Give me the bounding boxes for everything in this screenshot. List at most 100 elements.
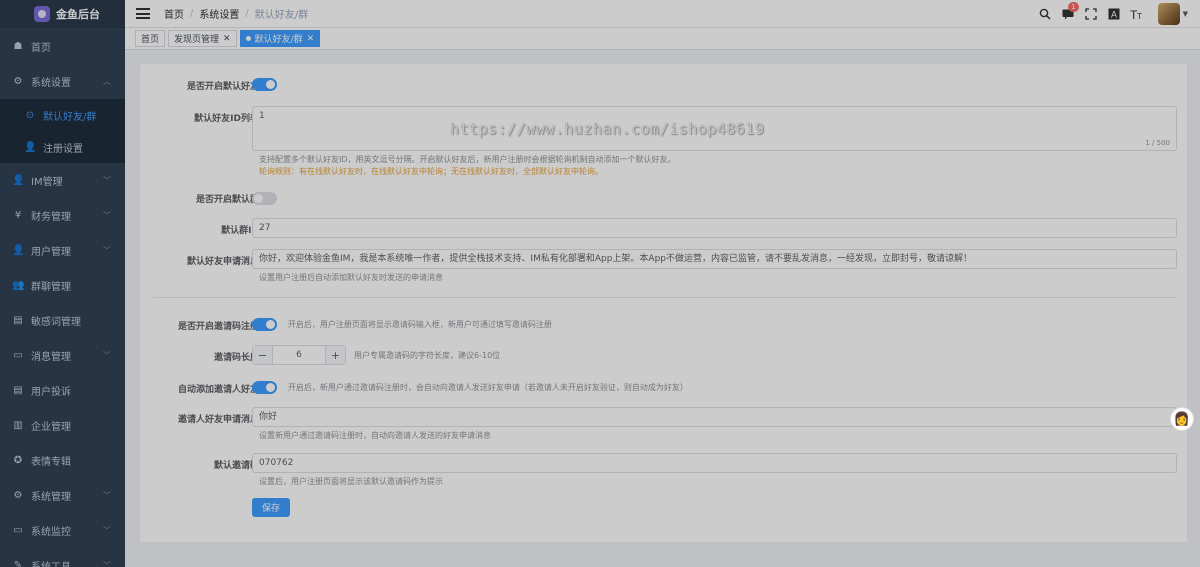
building-icon: ▥ [13,420,23,431]
tool-icon: ✎ [13,560,23,567]
form-hint: 开启后，新用户通过邀请码注册时，会自动向邀请人发送好友申请（若邀请人未开启好友验… [287,383,688,392]
message-notification-icon[interactable]: 1 [1057,2,1079,25]
inviter-request-message-input[interactable]: 你好 [252,407,1177,427]
sidebar-item-finance[interactable]: ¥ 财务管理 ﹀ [0,198,125,233]
auto-add-inviter-switch[interactable] [252,381,277,394]
font-size-icon[interactable]: TT [1126,3,1148,25]
breadcrumb-item[interactable]: 系统设置 [199,6,239,21]
friend-request-message-input[interactable]: 你好，欢迎体验金鱼IM，我是本系统唯一作者，提供全栈技术支持、IM私有化部署和A… [252,249,1177,269]
app-title: 金鱼后台 [56,8,100,21]
sidebar-item-system-tools[interactable]: ✎ 系统工具 ﹀ [0,548,125,567]
form-hint: 设置后，用户注册页面将显示该默认邀请码作为提示 [259,477,443,486]
invite-code-length-stepper: − 6 + [252,345,346,365]
translate-icon[interactable]: A [1103,3,1125,25]
breadcrumb-item[interactable]: 首页 [164,6,184,21]
sidebar-item-label: 系统工具 [31,558,71,567]
logo-icon [34,6,50,22]
chevron-down-icon: ﹀ [103,491,111,500]
support-avatar-icon[interactable]: 👩 [1170,407,1194,431]
form-hint: 开启后，用户注册页面将显示邀请码输入框，新用户可通过填写邀请码注册 [287,320,552,329]
sidebar-item-enterprise[interactable]: ▥ 企业管理 [0,408,125,443]
invite-code-switch[interactable] [252,318,277,331]
app-logo[interactable]: 金鱼后台 [0,0,125,28]
form-label: 默认群ID [221,226,259,236]
sidebar: 金鱼后台 ☗ 首页 ⚙ 系统设置 ︿ ⊙ 默认好友/群 👤 注册设置 👤 IM管… [0,0,125,567]
default-group-switch[interactable] [252,192,277,205]
user-avatar[interactable] [1157,3,1180,25]
sidebar-item-users[interactable]: 👤 用户管理 ﹀ [0,233,125,268]
sidebar-item-label: 系统设置 [31,78,71,89]
decrement-button[interactable]: − [253,346,273,364]
notification-badge: 1 [1068,2,1079,12]
fullscreen-icon[interactable] [1080,3,1102,25]
sidebar-item-emoji-albums[interactable]: ✪ 表情专辑 [0,443,125,478]
emoji-icon: ✪ [13,455,23,466]
chevron-down-icon: ﹀ [103,526,111,535]
document-icon: ▤ [13,385,23,396]
tag-discover-page[interactable]: 发现页管理 ✕ [168,30,237,47]
sidebar-item-system-management[interactable]: ⚙ 系统管理 ﹀ [0,478,125,513]
sidebar-item-label: 企业管理 [31,422,71,433]
form-label: 是否开启默认群 [195,195,259,205]
sidebar-item-groups[interactable]: 👥 群聊管理 [0,268,125,303]
tags-view: 首页 发现页管理 ✕ 默认好友/群 ✕ [125,28,1200,50]
tag-home[interactable]: 首页 [135,30,166,47]
form-label: 默认好友ID列表 [194,114,259,124]
close-icon[interactable]: ✕ [223,34,231,44]
chevron-down-icon: ﹀ [103,246,111,255]
dashboard-icon: ☗ [13,41,23,52]
gear-icon: ⚙ [13,76,23,87]
sidebar-item-register-settings[interactable]: 👤 注册设置 [0,131,125,163]
sidebar-item-system-settings[interactable]: ⚙ 系统设置 ︿ [0,64,125,99]
svg-text:A: A [1111,10,1117,20]
default-friend-switch[interactable] [252,78,277,91]
form-hint: 设置用户注册后自动添加默认好友时发送的申请消息 [259,273,443,282]
caret-down-icon[interactable]: ▼ [1183,10,1188,18]
sidebar-item-label: 用户管理 [31,247,71,258]
top-navbar: 首页 / 系统设置 / 默认好友/群 1 A TT ▼ [125,0,1200,28]
chevron-up-icon: ︿ [103,77,111,86]
stepper-value[interactable]: 6 [273,346,325,364]
sidebar-item-messages[interactable]: ▭ 消息管理 ﹀ [0,338,125,373]
chevron-down-icon: ﹀ [103,561,111,567]
gear-icon: ⚙ [13,490,23,501]
navbar-right: 1 A TT ▼ [1033,0,1188,28]
section-divider [153,297,1176,298]
form-hint: 用户专属邀请码的字符长度，建议6-10位 [354,351,501,360]
svg-text:T: T [1137,12,1142,20]
increment-button[interactable]: + [325,346,345,364]
sidebar-item-label: 首页 [31,43,51,54]
hamburger-icon[interactable] [136,8,150,19]
sidebar-item-default-friend-group[interactable]: ⊙ 默认好友/群 [0,99,125,131]
form-label: 邀请码长度 [213,353,259,363]
close-icon[interactable]: ✕ [307,34,315,44]
char-counter: 1 / 500 [1145,139,1170,147]
sidebar-item-label: 敏感词管理 [31,317,81,328]
chevron-down-icon: ﹀ [103,176,111,185]
tag-default-friend-group[interactable]: 默认好友/群 ✕ [239,30,321,47]
sidebar-item-label: 系统管理 [31,492,71,503]
sidebar-item-label: 注册设置 [43,143,83,155]
search-icon[interactable] [1034,3,1056,25]
chevron-down-icon: ﹀ [103,351,111,360]
sidebar-item-sensitive-words[interactable]: ▤ 敏感词管理 [0,303,125,338]
sidebar-item-complaints[interactable]: ▤ 用户投诉 [0,373,125,408]
user-icon: 👤 [24,141,37,153]
link-icon: ⊙ [25,109,35,121]
chevron-down-icon: ﹀ [103,211,111,220]
sidebar-item-system-monitor[interactable]: ▭ 系统监控 ﹀ [0,513,125,548]
yen-icon: ¥ [14,210,22,221]
default-invite-code-input[interactable]: 070762 [252,453,1177,473]
sidebar-item-home[interactable]: ☗ 首页 [0,29,125,64]
save-button[interactable]: 保存 [252,498,290,517]
form-hint: 支持配置多个默认好友ID，用英文逗号分隔。开启默认好友后，新用户注册时会根据轮询… [259,155,676,164]
sidebar-item-label: 群聊管理 [31,282,71,293]
sidebar-item-label: 消息管理 [31,352,71,363]
sidebar-item-im[interactable]: 👤 IM管理 ﹀ [0,163,125,198]
group-id-input[interactable]: 27 [252,218,1177,238]
sidebar-item-label: 用户投诉 [31,387,71,398]
sidebar-item-label: 表情专辑 [31,457,71,468]
breadcrumb-current: 默认好友/群 [254,10,309,21]
submenu-system-settings: ⊙ 默认好友/群 👤 注册设置 [0,99,125,163]
form-label: 邀请人好友申请消息 [177,415,259,425]
